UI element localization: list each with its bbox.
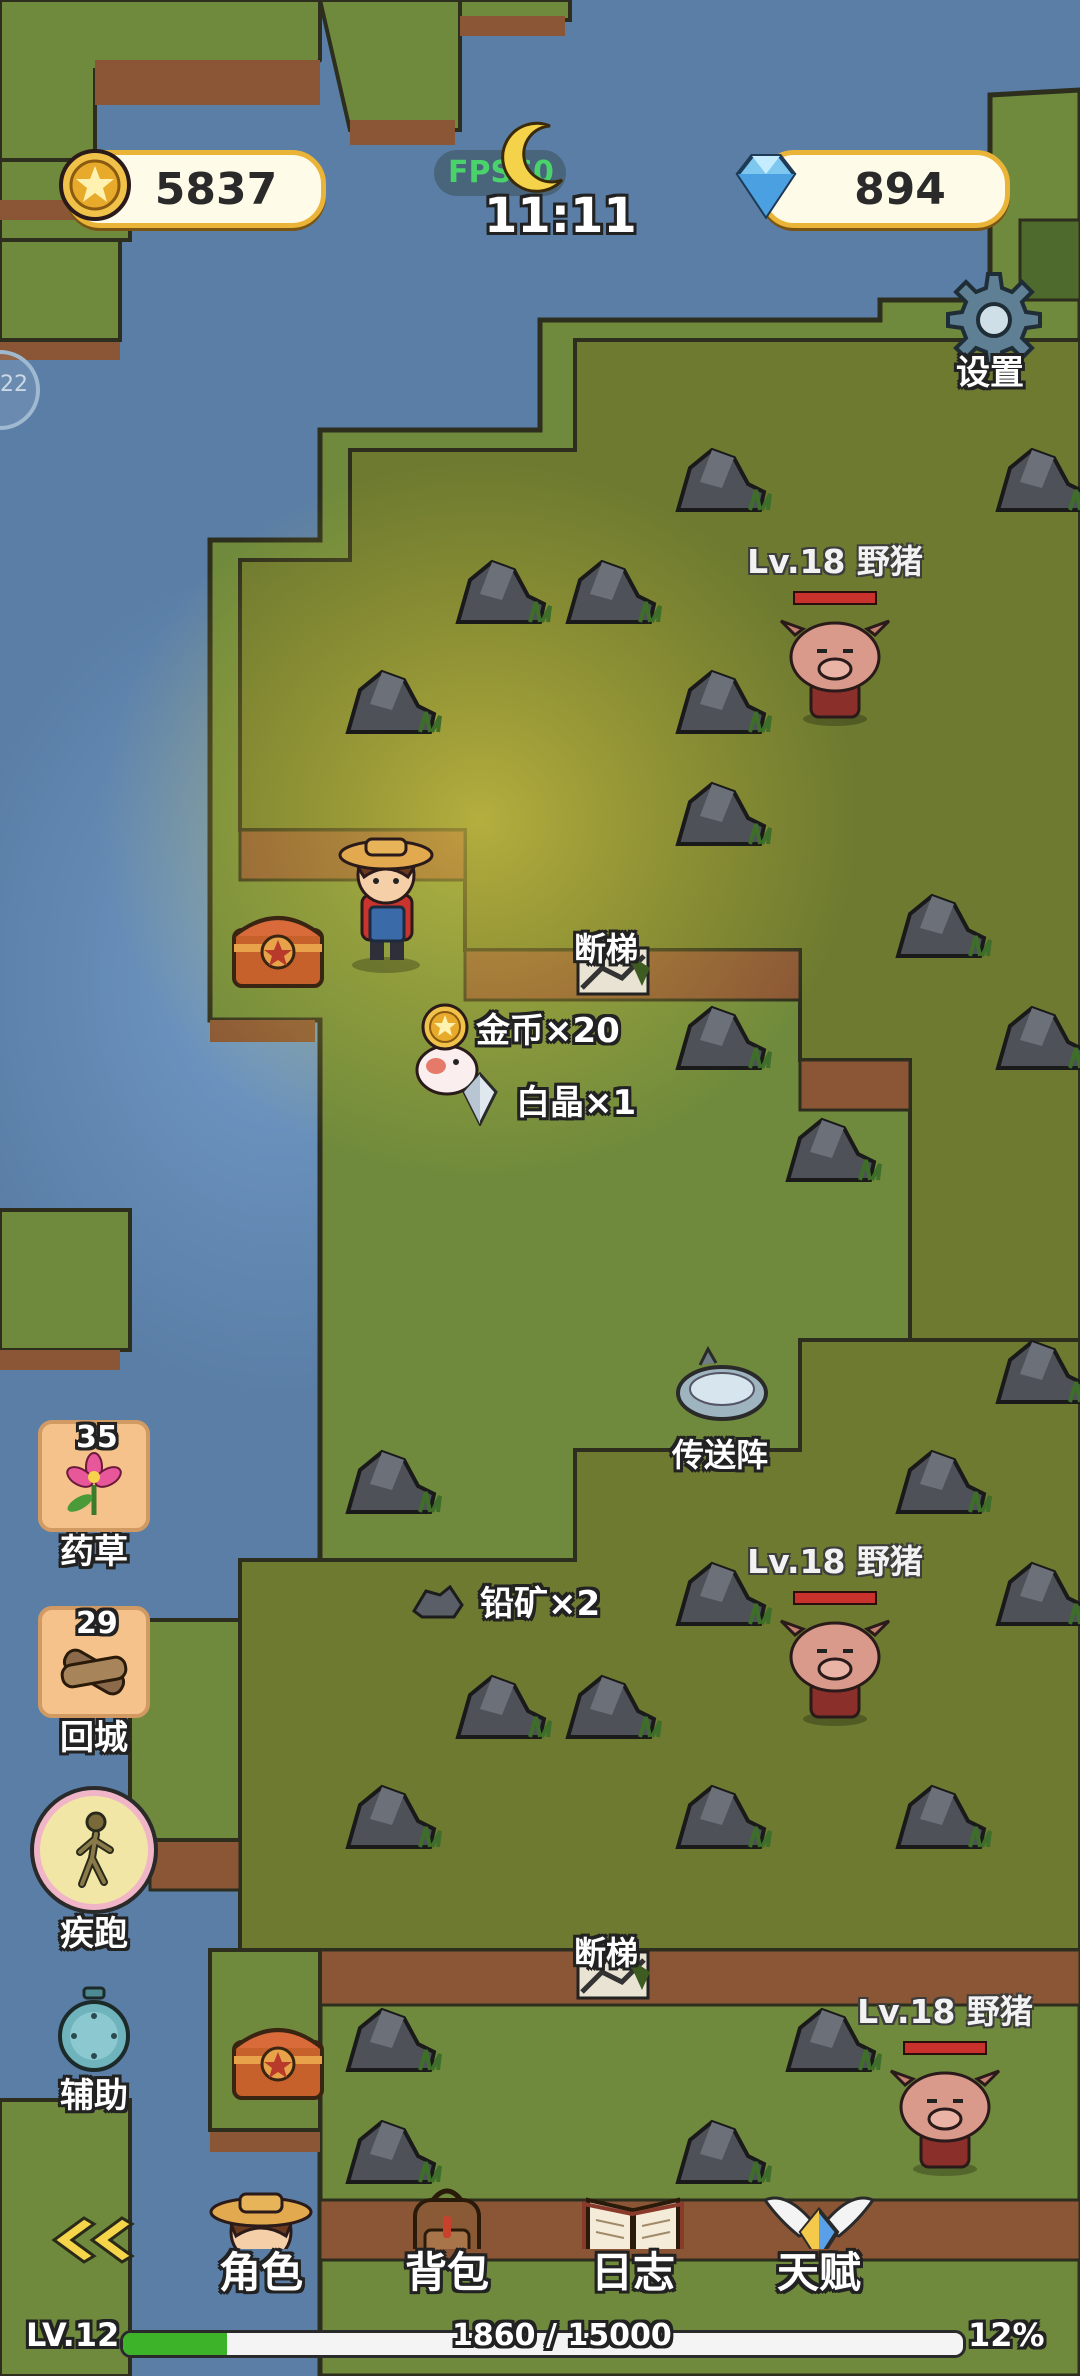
enemy-hp-bar <box>903 2041 987 2055</box>
drop-gold[interactable]: 金币×20 <box>420 1002 620 1052</box>
double-chevron-left-icon[interactable] <box>44 2212 140 2268</box>
player-character[interactable] <box>336 825 436 975</box>
drop-label: 白晶×1 <box>516 1082 637 1123</box>
gem-amount: 894 <box>854 163 946 215</box>
nav-bag[interactable]: 背包 <box>372 2180 522 2300</box>
enemy-wild-boar[interactable]: Lv.18 野猪 <box>745 535 925 727</box>
xp-bar-fill <box>123 2333 228 2355</box>
enemy-name: Lv.18 野猪 <box>747 1542 923 1581</box>
return-city-count: 29 <box>76 1606 118 1641</box>
broken-stairs-label-2: 断梯 <box>574 1934 639 1972</box>
flower-icon <box>66 1452 122 1515</box>
xp-progress-text: 1860 / 15000 <box>452 2318 672 2353</box>
drop-lead-ore[interactable]: 铅矿×2 <box>410 1576 600 1625</box>
assist-button[interactable]: 辅助 <box>40 1986 148 2117</box>
nav-talent[interactable]: 天赋 <box>744 2180 894 2300</box>
running-figure-icon <box>76 1811 114 1888</box>
diamond-icon <box>726 146 806 226</box>
enemy-name: Lv.18 野猪 <box>747 542 923 581</box>
assist-label: 辅助 <box>60 2076 128 2116</box>
xp-percent: 12% <box>968 2316 1045 2354</box>
enemy-hp-bar <box>793 591 877 605</box>
enemy-hp-bar <box>793 1591 877 1605</box>
drop-white-crystal[interactable]: 白晶×1 <box>462 1072 636 1126</box>
treasure-chest[interactable] <box>228 2012 328 2102</box>
nav-bag-label: 背包 <box>404 2248 489 2297</box>
sprint-button[interactable]: 疾跑 <box>34 1790 154 1955</box>
enemy-wild-boar[interactable]: Lv.18 野猪 <box>745 1535 925 1727</box>
herb-button[interactable]: 35 药草 <box>38 1420 150 1573</box>
teleport-circle[interactable] <box>672 1345 772 1425</box>
sprint-toggle[interactable] <box>34 1790 154 1910</box>
lead-ore-icon <box>412 1584 464 1618</box>
nav-journal-label: 日志 <box>590 2248 675 2297</box>
treasure-chest[interactable] <box>228 900 328 990</box>
teleport-label: 传送阵 <box>672 1436 769 1474</box>
gold-amount: 5837 <box>154 163 278 215</box>
game-clock: 11:11 <box>484 188 637 244</box>
enemy-wild-boar[interactable]: Lv.18 野猪 <box>855 1985 1035 2177</box>
nav-journal[interactable]: 日志 <box>558 2180 708 2300</box>
sprint-label: 疾跑 <box>60 1914 128 1954</box>
game-viewport[interactable]: 断梯 断梯 传送阵 金币×20 白晶×1 铅矿×2 Lv.18 野猪 Lv.18… <box>0 0 1080 2376</box>
drop-label: 金币×20 <box>476 1010 620 1051</box>
herb-count: 35 <box>76 1420 118 1455</box>
white-crystal-icon <box>462 1072 498 1126</box>
gold-coin-icon <box>421 1003 469 1051</box>
nav-talent-label: 天赋 <box>776 2248 861 2297</box>
herb-slot[interactable]: 35 <box>38 1420 150 1532</box>
nav-character[interactable]: 角色 <box>186 2180 336 2300</box>
scroll-icon <box>60 1648 128 1696</box>
broken-stairs-label-1: 断梯 <box>574 930 639 968</box>
assist-slot[interactable] <box>44 1986 144 2076</box>
stopwatch-icon <box>58 1986 130 2072</box>
player-level: LV.12 <box>26 2316 120 2354</box>
drop-label: 铅矿×2 <box>480 1584 601 1624</box>
enemy-name: Lv.18 野猪 <box>857 1992 1033 2031</box>
side-tab-text: 22 <box>0 372 28 397</box>
return-city-button[interactable]: 29 回城 <box>38 1606 150 1759</box>
gold-coin-icon <box>58 146 132 224</box>
nav-character-label: 角色 <box>218 2248 303 2297</box>
settings-label[interactable]: 设置 <box>956 345 1024 394</box>
return-city-slot[interactable]: 29 <box>38 1606 150 1718</box>
moon-icon <box>500 118 570 198</box>
